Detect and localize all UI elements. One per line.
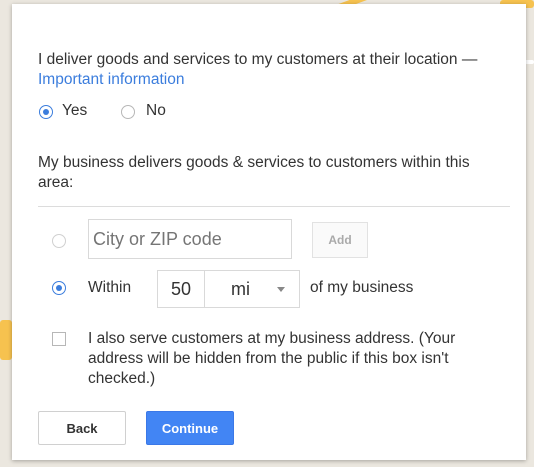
service-area-dialog: I deliver goods and services to my custo… bbox=[12, 4, 526, 460]
chevron-down-icon bbox=[277, 287, 285, 292]
radius-suffix: of my business bbox=[310, 279, 414, 296]
continue-button[interactable]: Continue bbox=[146, 411, 234, 445]
city-zip-radio[interactable] bbox=[52, 234, 66, 248]
within-label: Within bbox=[88, 279, 132, 296]
service-question-text: I deliver goods and services to my custo… bbox=[38, 51, 478, 68]
map-road bbox=[0, 320, 12, 360]
service-question: I deliver goods and services to my custo… bbox=[38, 50, 518, 90]
service-area-description: My business delivers goods & services to… bbox=[38, 154, 470, 191]
unit-select[interactable]: mi bbox=[204, 270, 300, 308]
within-radio[interactable] bbox=[52, 281, 66, 295]
unit-value: mi bbox=[231, 279, 250, 299]
business-address-checkbox[interactable] bbox=[52, 332, 66, 346]
yes-radio[interactable] bbox=[39, 105, 53, 119]
important-information-link[interactable]: Important information bbox=[38, 71, 184, 88]
divider bbox=[38, 206, 510, 207]
no-radio[interactable] bbox=[121, 105, 135, 119]
back-button[interactable]: Back bbox=[38, 411, 126, 445]
radius-input[interactable]: 50 bbox=[157, 270, 205, 308]
add-button[interactable]: Add bbox=[312, 222, 368, 258]
no-label: No bbox=[146, 102, 166, 119]
city-zip-input[interactable] bbox=[88, 219, 292, 259]
business-address-label: I also serve customers at my business ad… bbox=[88, 330, 456, 387]
yes-label: Yes bbox=[62, 102, 88, 119]
